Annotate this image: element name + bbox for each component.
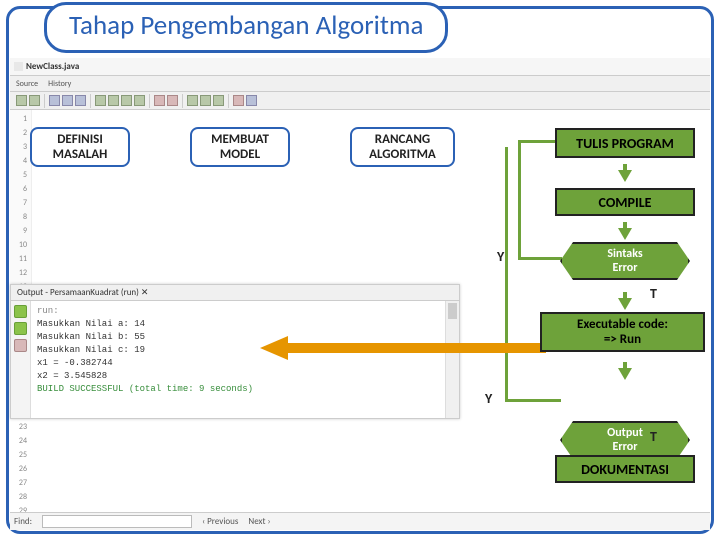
run-button-icon[interactable] bbox=[14, 305, 27, 318]
find-input[interactable] bbox=[42, 515, 192, 528]
toolbar-icon[interactable] bbox=[95, 95, 106, 106]
console-line: BUILD SUCCESSFUL (total time: 9 seconds) bbox=[37, 384, 253, 394]
toolbar-icon[interactable] bbox=[75, 95, 86, 106]
label-t: T bbox=[650, 428, 657, 445]
find-bar: Find: ‹ Previous Next › bbox=[10, 512, 710, 530]
toolbar-icon[interactable] bbox=[16, 95, 27, 106]
toolbar-icon[interactable] bbox=[121, 95, 132, 106]
find-prev[interactable]: ‹ Previous bbox=[202, 516, 238, 527]
find-label: Find: bbox=[14, 516, 32, 527]
flow-tulis: TULIS PROGRAM bbox=[555, 128, 695, 158]
arrow-down-icon bbox=[618, 228, 632, 240]
toolbar-icon[interactable] bbox=[134, 95, 145, 106]
toolbar-sep bbox=[182, 94, 183, 108]
console-line: Masukkan Nilai a: 14 bbox=[37, 319, 145, 329]
output-title: Output - PersamaanKuadrat (run) ✕ bbox=[11, 285, 459, 301]
connector bbox=[505, 147, 508, 402]
connector bbox=[518, 140, 558, 143]
connector bbox=[505, 399, 561, 402]
toolbar-sep bbox=[149, 94, 150, 108]
stop-button-icon[interactable] bbox=[14, 339, 27, 352]
connector bbox=[518, 140, 521, 260]
toolbar-sep bbox=[90, 94, 91, 108]
console-line: Masukkan Nilai b: 55 bbox=[37, 332, 145, 342]
toolbar-icon[interactable] bbox=[154, 95, 165, 106]
arrow-down-icon bbox=[618, 170, 632, 182]
console-line: run: bbox=[37, 306, 59, 316]
label-t: T bbox=[650, 285, 657, 302]
scrollbar[interactable] bbox=[445, 301, 459, 418]
toolbar-icon[interactable] bbox=[200, 95, 211, 106]
flow-sintaks-error: Sintaks Error bbox=[560, 242, 690, 280]
flow-exec: Executable code: => Run bbox=[540, 312, 705, 352]
tab-history[interactable]: History bbox=[48, 79, 71, 89]
flow-compile: COMPILE bbox=[555, 188, 695, 216]
slide-title: Tahap Pengembangan Algoritma bbox=[44, 2, 448, 53]
file-tab-label[interactable]: NewClass.java bbox=[26, 61, 79, 72]
flow-dokumentasi: DOKUMENTASI bbox=[555, 455, 695, 483]
tab-source[interactable]: Source bbox=[16, 79, 38, 89]
tab-icon bbox=[14, 62, 23, 71]
find-next[interactable]: Next › bbox=[248, 516, 270, 527]
label-y: Y bbox=[485, 390, 492, 407]
scrollbar-thumb[interactable] bbox=[448, 303, 457, 319]
flow-rancang: RANCANG ALGORITMA bbox=[350, 127, 455, 167]
flow-output-error: Output Error bbox=[560, 421, 690, 459]
toolbar-icon[interactable] bbox=[167, 95, 178, 106]
output-console[interactable]: run: Masukkan Nilai a: 14 Masukkan Nilai… bbox=[31, 301, 445, 418]
rerun-button-icon[interactable] bbox=[14, 322, 27, 335]
connector bbox=[518, 257, 562, 260]
console-line: x2 = 3.545828 bbox=[37, 371, 107, 381]
toolbar-icon[interactable] bbox=[108, 95, 119, 106]
editor-toolbar bbox=[10, 92, 710, 110]
toolbar-icon[interactable] bbox=[187, 95, 198, 106]
toolbar-sep bbox=[228, 94, 229, 108]
flow-definisi: DEFINISI MASALAH bbox=[30, 127, 130, 167]
toolbar-icon[interactable] bbox=[213, 95, 224, 106]
toolbar-icon[interactable] bbox=[246, 95, 257, 106]
toolbar-icon[interactable] bbox=[49, 95, 60, 106]
console-line: Masukkan Nilai c: 19 bbox=[37, 345, 145, 355]
console-line: x1 = -0.382744 bbox=[37, 358, 113, 368]
arrow-down-icon bbox=[618, 298, 632, 310]
toolbar-icon[interactable] bbox=[62, 95, 73, 106]
toolbar-icon[interactable] bbox=[29, 95, 40, 106]
label-y: Y bbox=[497, 248, 504, 265]
output-sidebar bbox=[11, 301, 31, 418]
flow-membuat: MEMBUAT MODEL bbox=[190, 127, 290, 167]
arrow-down-icon bbox=[618, 368, 632, 380]
sub-tabs: Source History bbox=[10, 76, 710, 92]
file-tabs: NewClass.java bbox=[10, 58, 710, 76]
toolbar-sep bbox=[44, 94, 45, 108]
stop-icon[interactable] bbox=[233, 95, 244, 106]
